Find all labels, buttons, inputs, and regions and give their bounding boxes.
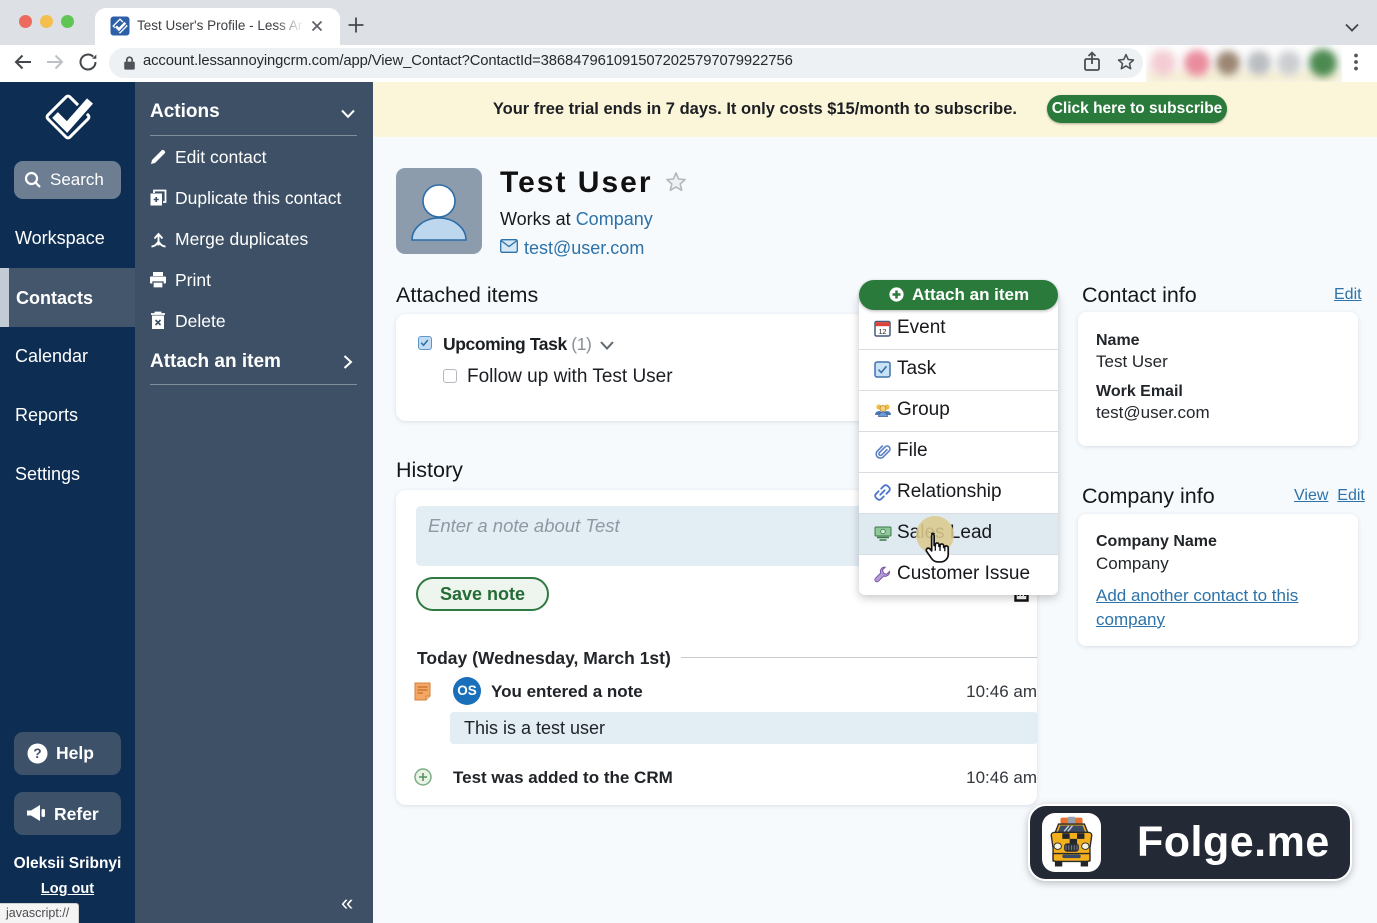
svg-text:12: 12 (879, 329, 887, 336)
svg-text:?: ? (33, 746, 41, 761)
